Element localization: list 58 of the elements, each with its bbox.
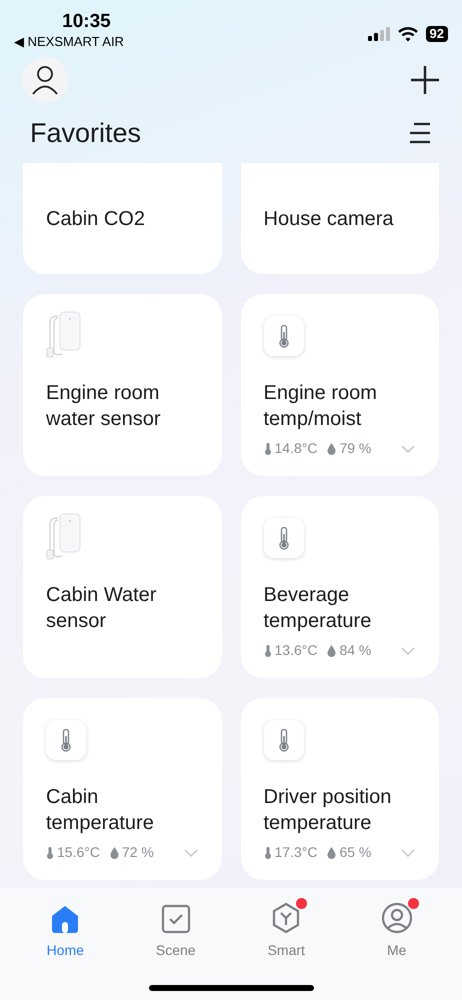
- device-card[interactable]: Engine room water sensor: [23, 294, 222, 476]
- device-name: Cabin temperature: [46, 785, 155, 836]
- temperature-icon: [264, 846, 272, 858]
- device-card[interactable]: Cabin temperature 15.6°C 72 %: [23, 698, 222, 880]
- humidity-icon: [327, 644, 336, 656]
- device-name: Cabin CO2: [46, 206, 146, 232]
- status-time: 10:35: [61, 10, 111, 33]
- tab-item[interactable]: Me: [356, 900, 437, 961]
- battery-indicator: 92: [426, 26, 448, 42]
- device-card[interactable]: Beverage temperature 13.6°C 84 %: [240, 496, 439, 678]
- chevron-down-icon[interactable]: [182, 848, 198, 858]
- page-title: Favorites: [30, 117, 142, 150]
- chevron-down-icon[interactable]: [400, 646, 416, 656]
- device-card[interactable]: House camera: [240, 163, 439, 274]
- wifi-icon: [398, 26, 418, 42]
- device-name: Cabin Water sensor: [46, 583, 158, 634]
- device-card[interactable]: Cabin Water sensor: [23, 496, 222, 678]
- account-avatar[interactable]: [22, 57, 68, 103]
- plus-icon[interactable]: [410, 65, 440, 95]
- profile-icon: [380, 902, 413, 934]
- temperature-reading: 15.6°C: [57, 843, 100, 862]
- temperature-reading: 14.8°C: [274, 439, 318, 458]
- device-name: Engine room water sensor: [46, 381, 162, 432]
- tab-item[interactable]: Scene: [136, 900, 216, 961]
- checkbox-icon: [160, 904, 191, 934]
- humidity-icon: [327, 846, 336, 858]
- hexagon-icon: [271, 902, 302, 934]
- temperature-icon: [264, 442, 272, 454]
- device-name: Driver position temperature: [264, 785, 392, 836]
- thermometer-icon: [46, 720, 86, 760]
- signal-icon: [368, 27, 390, 41]
- back-to-app-link[interactable]: ◀ NEXSMART AIR: [14, 33, 124, 51]
- device-card[interactable]: Driver position temperature 17.3°C 65 %: [240, 698, 439, 880]
- device-card[interactable]: Cabin CO2: [23, 163, 222, 274]
- humidity-reading: 65 %: [339, 843, 372, 862]
- humidity-icon: [327, 442, 336, 454]
- humidity-reading: 72 %: [122, 843, 154, 862]
- temperature-reading: 13.6°C: [274, 641, 318, 660]
- thermometer-icon: [264, 316, 304, 356]
- temperature-icon: [46, 846, 54, 858]
- temperature-reading: 17.3°C: [274, 843, 318, 862]
- humidity-reading: 79 %: [339, 439, 372, 458]
- humidity-reading: 84 %: [339, 641, 372, 660]
- thermometer-icon: [264, 518, 304, 558]
- device-name: Engine room temp/moist: [264, 381, 378, 432]
- device-card[interactable]: Engine room temp/moist 14.8°C 79 %: [240, 294, 439, 476]
- chevron-down-icon[interactable]: [400, 848, 416, 858]
- device-name: House camera: [264, 206, 395, 232]
- humidity-icon: [110, 846, 119, 858]
- menu-icon[interactable]: [408, 122, 432, 144]
- tab-item[interactable]: Home: [25, 900, 106, 961]
- device-name: Beverage temperature: [264, 583, 372, 634]
- tab-item[interactable]: Smart: [246, 900, 326, 961]
- home-icon: [50, 904, 80, 934]
- chevron-down-icon[interactable]: [400, 444, 416, 454]
- person-icon: [31, 65, 59, 95]
- temperature-icon: [264, 644, 272, 656]
- thermometer-icon: [264, 720, 304, 760]
